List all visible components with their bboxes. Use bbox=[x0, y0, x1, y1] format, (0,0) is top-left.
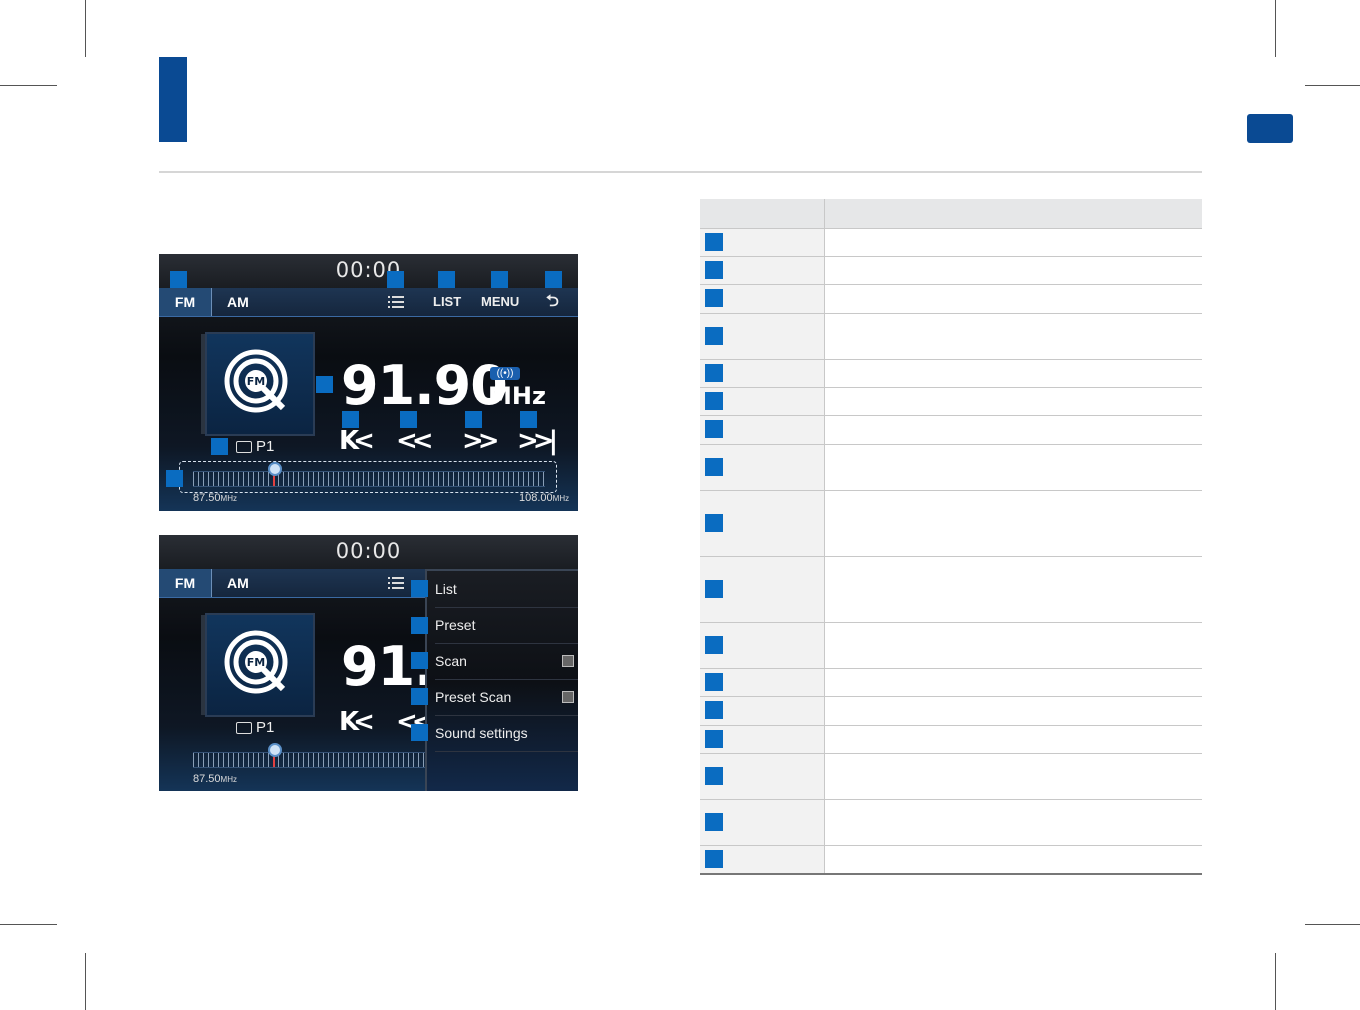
radio-icon bbox=[236, 441, 252, 453]
list-icon[interactable] bbox=[388, 577, 404, 589]
menu-item-preset-scan[interactable]: Preset Scan bbox=[435, 679, 578, 716]
tab-am[interactable]: AM bbox=[227, 288, 249, 316]
table-row bbox=[700, 360, 1202, 388]
table-row bbox=[700, 445, 1202, 491]
crop-mark bbox=[0, 924, 57, 925]
list-button[interactable]: LIST bbox=[433, 288, 461, 316]
section-title-bar bbox=[159, 57, 187, 142]
clock: 00:00 bbox=[335, 539, 402, 563]
callout-marker bbox=[465, 411, 482, 428]
album-art: FM bbox=[205, 332, 315, 436]
callout-marker bbox=[520, 411, 537, 428]
tuning-needle[interactable] bbox=[268, 743, 282, 757]
scan-checkbox[interactable] bbox=[562, 655, 574, 667]
seek-next-icon[interactable]: >>| bbox=[517, 426, 558, 456]
callout-marker bbox=[400, 411, 417, 428]
header-rule bbox=[159, 171, 1202, 173]
tab-fm[interactable]: FM bbox=[159, 569, 212, 597]
callout-marker bbox=[166, 470, 183, 487]
callout-marker bbox=[342, 411, 359, 428]
art-label: FM bbox=[247, 375, 265, 388]
table-row bbox=[700, 697, 1202, 726]
callout-marker bbox=[411, 688, 428, 705]
table-row bbox=[700, 557, 1202, 623]
callout-marker bbox=[491, 271, 508, 288]
range-min: 87.50MHz bbox=[193, 492, 237, 504]
crop-mark bbox=[85, 0, 86, 57]
table-header bbox=[700, 199, 1202, 229]
menu-item-scan[interactable]: Scan bbox=[435, 643, 578, 680]
list-icon[interactable] bbox=[388, 296, 404, 308]
art-label: FM bbox=[247, 656, 265, 669]
preset-label: P1 bbox=[256, 719, 275, 736]
table-row bbox=[700, 388, 1202, 416]
clock: 00:00 bbox=[335, 258, 402, 282]
menu-item-list[interactable]: List bbox=[435, 571, 578, 608]
table-bottom-rule bbox=[700, 873, 1202, 875]
back-icon[interactable]: ⮌ bbox=[546, 288, 559, 316]
tab-fm[interactable]: FM bbox=[159, 288, 212, 316]
radio-icon bbox=[236, 722, 252, 734]
range-max: 108.00MHz bbox=[519, 492, 570, 504]
callout-marker bbox=[387, 271, 404, 288]
range-min: 87.50MHz bbox=[193, 773, 237, 785]
fm-radio-icon: FM bbox=[224, 349, 288, 413]
menu-item-preset[interactable]: Preset bbox=[435, 607, 578, 644]
table-row bbox=[700, 257, 1202, 285]
table-row bbox=[700, 285, 1202, 314]
callout-marker bbox=[545, 271, 562, 288]
tuning-needle[interactable] bbox=[268, 462, 282, 476]
table-row bbox=[700, 754, 1202, 800]
tuning-dial[interactable] bbox=[193, 752, 433, 768]
table-row bbox=[700, 623, 1202, 669]
callout-marker bbox=[170, 271, 187, 288]
callout-marker bbox=[411, 580, 428, 597]
table-row bbox=[700, 669, 1202, 697]
callout-marker bbox=[411, 652, 428, 669]
menu-button[interactable]: MENU bbox=[481, 288, 519, 316]
crop-mark bbox=[85, 953, 86, 1010]
radio-screen-menu: 00:00 FM AM FM 91. P1 K< << 87.50MHz Lis… bbox=[159, 535, 578, 791]
crop-mark bbox=[1305, 85, 1360, 86]
chapter-tab bbox=[1247, 114, 1293, 143]
seek-prev-icon[interactable]: K< bbox=[339, 426, 375, 456]
crop-mark bbox=[1275, 953, 1276, 1010]
seek-prev-icon[interactable]: K< bbox=[339, 707, 375, 737]
table-row bbox=[700, 726, 1202, 754]
album-art: FM bbox=[205, 613, 315, 717]
table-row bbox=[700, 800, 1202, 846]
crop-mark bbox=[1305, 924, 1360, 925]
radio-screen-main: 00:00 FM AM LIST MENU ⮌ FM 91.90 ((•)) M… bbox=[159, 254, 578, 511]
forward-icon[interactable]: >> bbox=[462, 426, 499, 456]
menu-item-sound-settings[interactable]: Sound settings bbox=[435, 715, 578, 752]
table-row bbox=[700, 314, 1202, 360]
tab-bar: FM AM LIST MENU ⮌ bbox=[159, 288, 578, 317]
crop-mark bbox=[0, 85, 57, 86]
table-row bbox=[700, 416, 1202, 445]
frequency-unit: MHz bbox=[488, 382, 546, 410]
fm-radio-icon: FM bbox=[224, 630, 288, 694]
rewind-icon[interactable]: << bbox=[396, 426, 433, 456]
callout-marker bbox=[211, 438, 228, 455]
frequency-display: 91.90 bbox=[341, 354, 508, 417]
signal-icon: ((•)) bbox=[490, 367, 520, 380]
tab-am[interactable]: AM bbox=[227, 569, 249, 597]
callout-marker bbox=[316, 376, 333, 393]
table-row bbox=[700, 229, 1202, 257]
crop-mark bbox=[1275, 0, 1276, 57]
callout-marker bbox=[411, 617, 428, 634]
menu-panel: List Preset Scan Preset Scan Sound setti… bbox=[425, 569, 578, 791]
tuning-dial[interactable] bbox=[193, 471, 545, 487]
table-row bbox=[700, 846, 1202, 873]
callout-marker bbox=[411, 724, 428, 741]
preset-label: P1 bbox=[256, 438, 275, 455]
description-table bbox=[700, 199, 1202, 873]
callout-marker bbox=[438, 271, 455, 288]
table-row bbox=[700, 491, 1202, 557]
preset-scan-checkbox[interactable] bbox=[562, 691, 574, 703]
